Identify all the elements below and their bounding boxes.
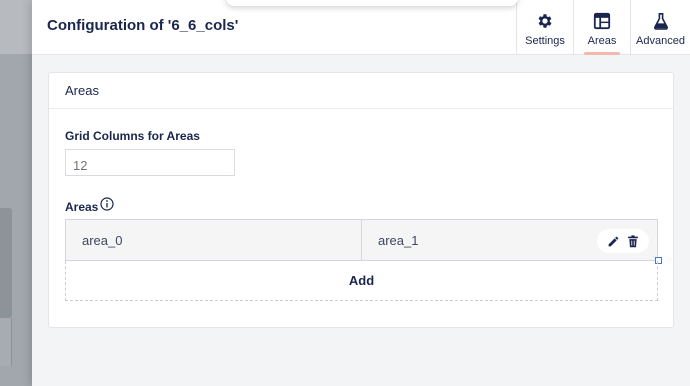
active-tab-indicator	[584, 52, 620, 55]
areas-panel: Areas Grid Columns for Areas Areas area_…	[48, 72, 674, 328]
pencil-icon[interactable]	[607, 235, 620, 248]
tab-settings-label: Settings	[525, 35, 565, 47]
background-card	[0, 208, 12, 318]
configuration-dialog: Configuration of '6_6_cols' Settings Are…	[32, 0, 690, 386]
tab-advanced[interactable]: Advanced	[630, 0, 690, 55]
areas-grid: area_0 area_1	[65, 219, 658, 261]
dialog-title: Configuration of '6_6_cols'	[47, 17, 239, 34]
layout-icon	[592, 11, 612, 31]
trash-icon[interactable]	[627, 234, 639, 248]
grid-columns-label: Grid Columns for Areas	[65, 129, 200, 143]
gear-icon	[535, 11, 555, 31]
tab-areas[interactable]: Areas	[573, 0, 630, 55]
area-name: area_0	[82, 233, 123, 248]
area-cell[interactable]: area_0	[65, 219, 362, 261]
area-name: area_1	[378, 233, 419, 248]
add-label: Add	[348, 273, 375, 288]
panel-title: Areas	[49, 73, 673, 109]
dialog-header: Configuration of '6_6_cols' Settings Are…	[32, 0, 690, 55]
area-cell[interactable]: area_1	[362, 219, 658, 261]
grid-columns-input[interactable]	[65, 149, 235, 176]
tab-areas-label: Areas	[587, 35, 617, 47]
tab-settings[interactable]: Settings	[516, 0, 573, 55]
flask-icon	[651, 11, 671, 31]
areas-label: Areas	[65, 200, 99, 214]
info-icon[interactable]	[100, 197, 114, 211]
dialog-tabs: Settings Areas Advanced	[516, 0, 690, 55]
tab-advanced-label: Advanced	[636, 35, 685, 47]
background-card-lower	[0, 318, 12, 366]
area-actions	[597, 229, 649, 253]
dropdown-popup-edge	[226, 0, 518, 6]
add-area-button[interactable]: Add	[65, 261, 658, 301]
background-header	[0, 0, 32, 54]
